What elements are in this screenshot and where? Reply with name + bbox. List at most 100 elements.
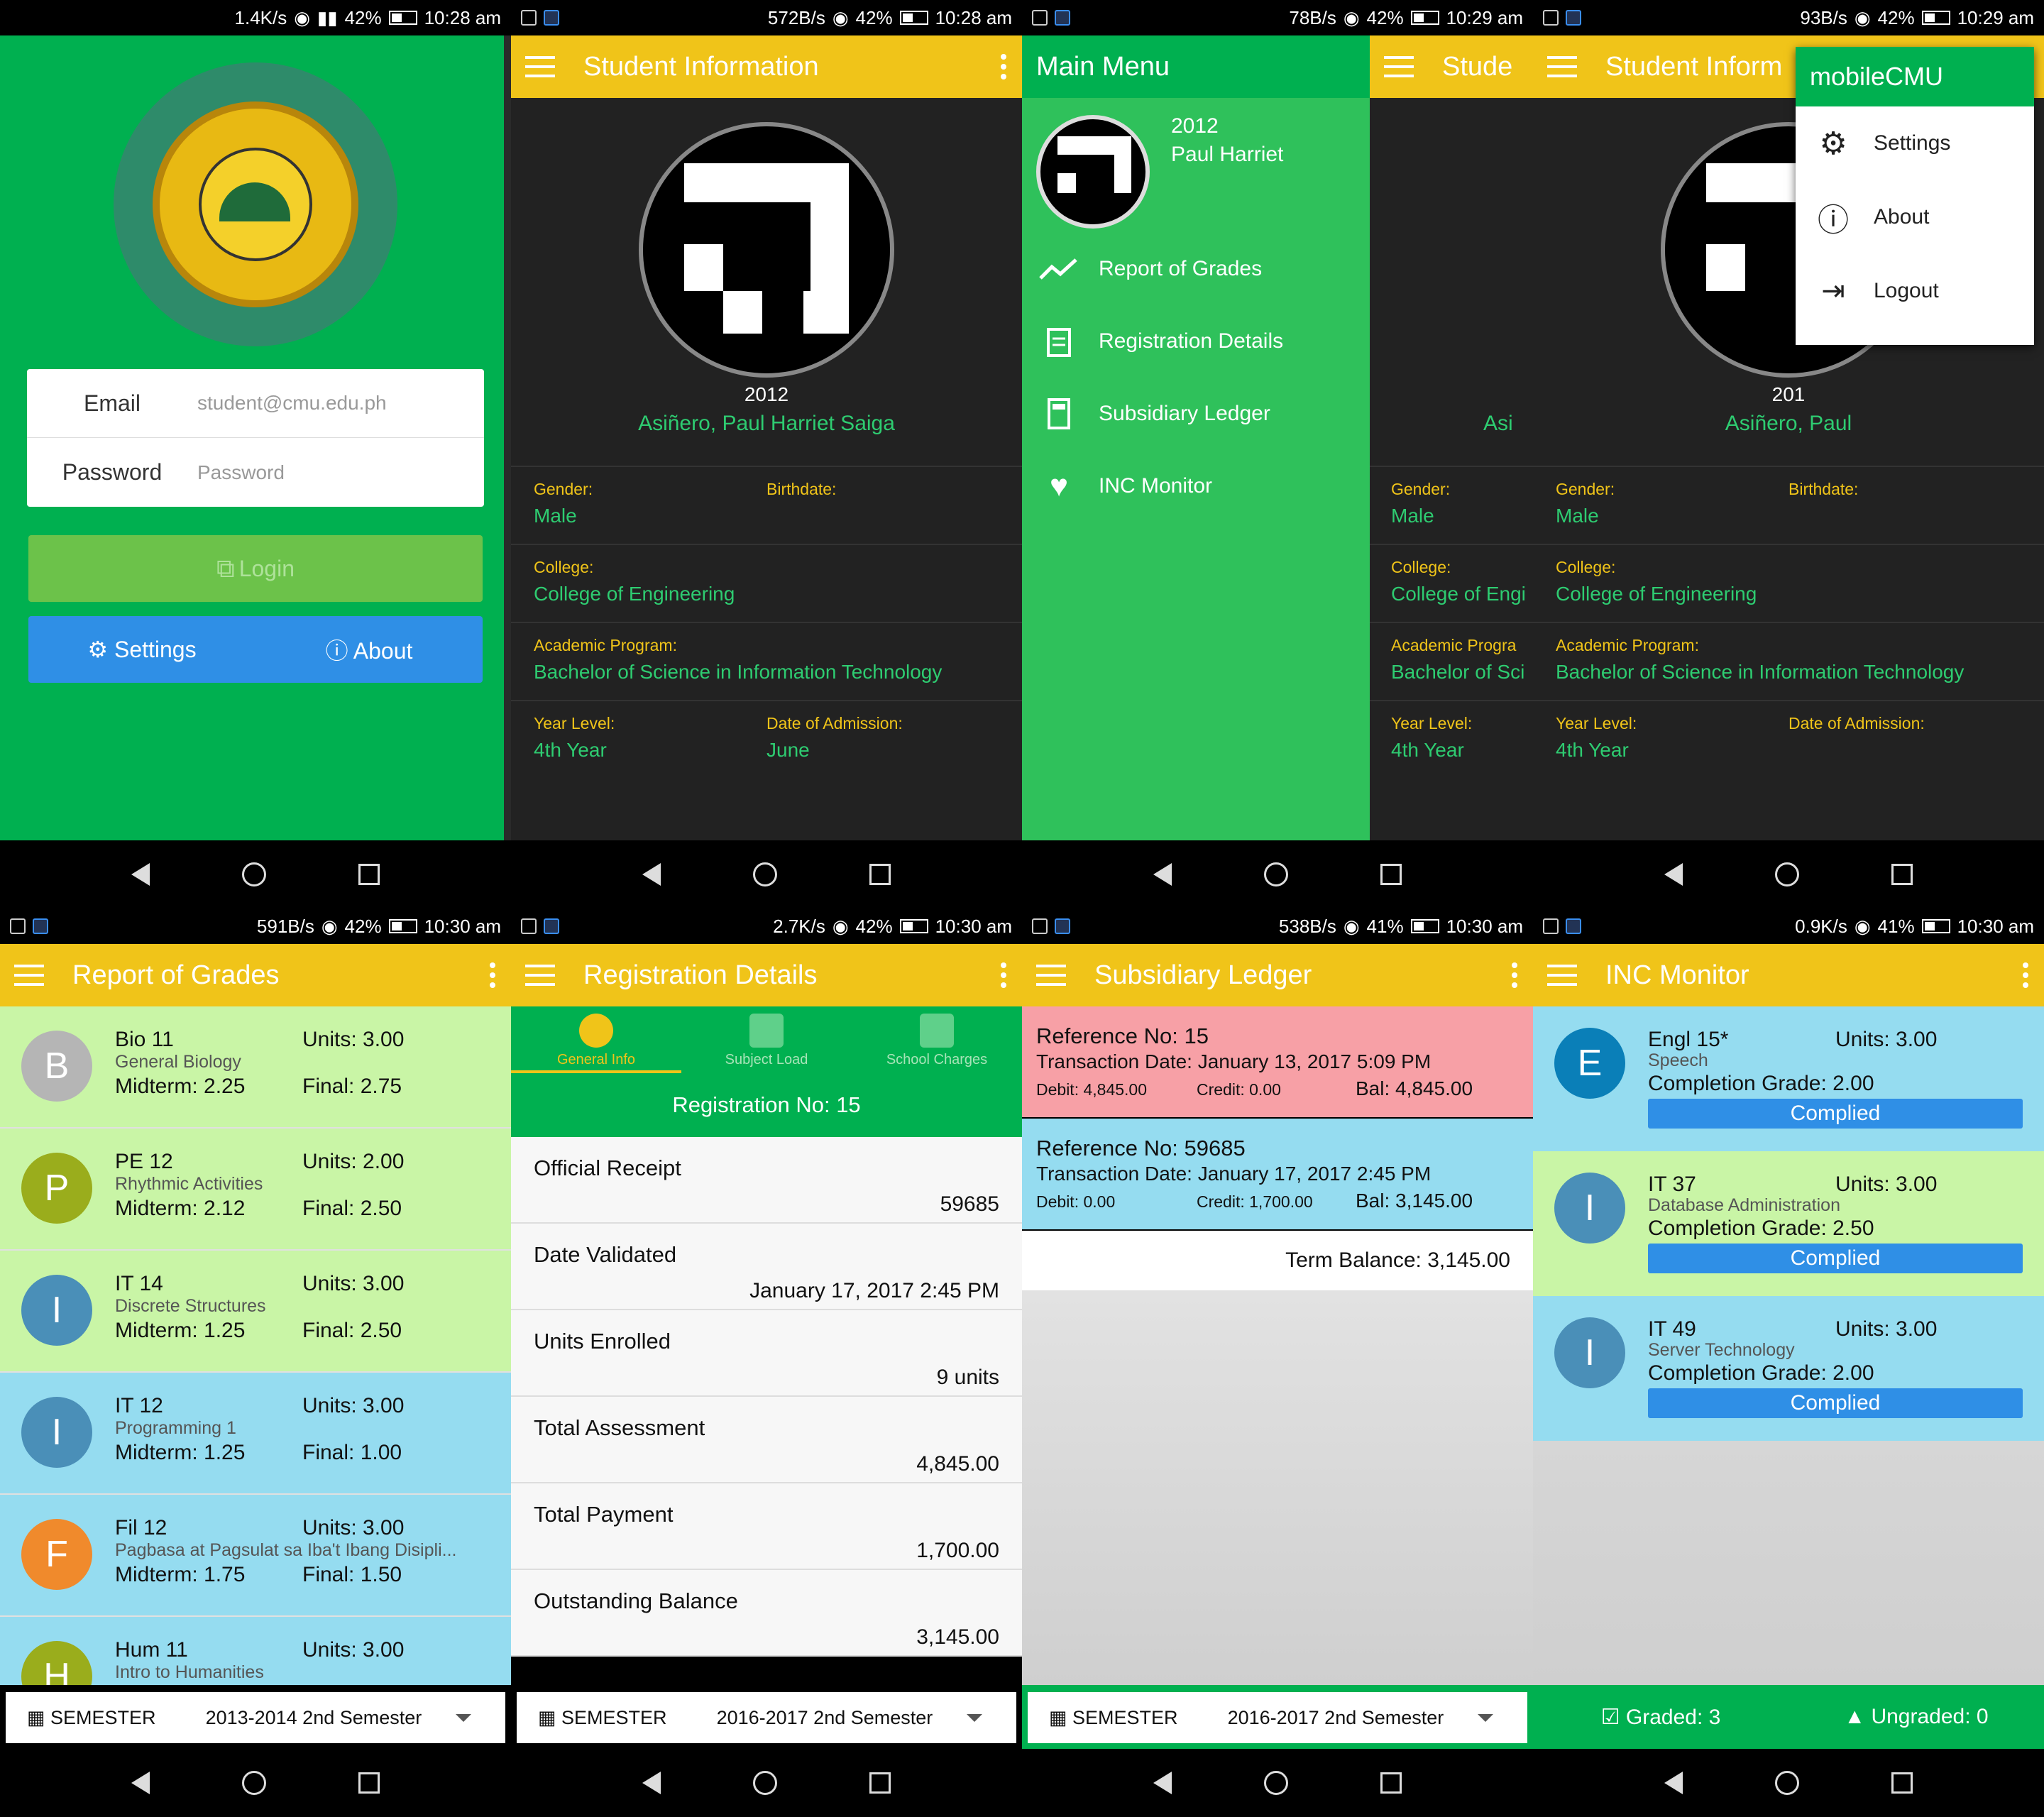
list-item[interactable]: I IT 49 Units: 3.00 Server Technology Comple…	[1533, 1296, 2044, 1441]
status-badge: Complied	[1648, 1099, 2023, 1129]
menu-item-settings[interactable]: ⚙ Settings	[1796, 106, 2034, 180]
document-icon	[920, 1014, 954, 1048]
home-icon[interactable]	[753, 862, 777, 886]
wifi-icon: ◉	[1343, 6, 1360, 28]
hamburger-icon[interactable]	[14, 965, 44, 986]
menu-item-registration-details[interactable]: Registration Details	[1022, 305, 1370, 378]
home-icon[interactable]	[1775, 1771, 1799, 1795]
list-item[interactable]: F Fil 12 Pagbasa at Pagsulat sa Iba't Iban…	[0, 1495, 511, 1617]
back-icon[interactable]	[1153, 863, 1172, 886]
status-badge: Complied	[1648, 1388, 2023, 1418]
avatar: I	[21, 1397, 92, 1468]
list-item[interactable]: I IT 14 Discrete Structures Midterm: 1.25 Un…	[0, 1251, 511, 1373]
menu-item-report-of-grades[interactable]: Report of Grades	[1022, 233, 1370, 305]
broken-heart-icon: ♥	[1049, 468, 1069, 503]
info-row: Total Payment 1,700.00	[511, 1483, 1022, 1570]
status-badge: Complied	[1648, 1244, 2023, 1273]
back-icon[interactable]	[131, 1772, 150, 1794]
avatar: E	[1554, 1028, 1625, 1099]
calendar-icon: ▦	[1049, 1706, 1067, 1728]
email-field[interactable]: student@cmu.edu.ph	[197, 392, 387, 415]
back-icon[interactable]	[1664, 1772, 1683, 1794]
recents-icon[interactable]	[358, 864, 380, 885]
ledger-entry: Reference No: 59685 Transaction Date: Jan…	[1022, 1119, 1533, 1229]
hamburger-icon[interactable]	[525, 965, 555, 986]
tab-subject-load[interactable]: Subject Load	[681, 1006, 852, 1073]
list-item[interactable]: H Hum 11 Intro to Humanities Units: 3.00	[0, 1617, 511, 1685]
recents-icon[interactable]	[1891, 1772, 1913, 1794]
hamburger-icon[interactable]	[1036, 965, 1066, 986]
menu-item-subsidiary-ledger[interactable]: Subsidiary Ledger	[1022, 378, 1370, 450]
app-bar: Student Information	[511, 35, 1022, 98]
overflow-menu-icon[interactable]	[1001, 54, 1006, 79]
info-icon: ⓘ	[1818, 203, 1849, 238]
info-row: Units Enrolled 9 units	[511, 1310, 1022, 1397]
back-icon[interactable]	[1664, 863, 1683, 886]
wifi-icon: ◉	[1343, 915, 1360, 937]
system-navbar	[0, 840, 511, 908]
about-button[interactable]: ⓘ About	[256, 633, 483, 666]
list-item[interactable]: I IT 37 Units: 3.00 Database Administration…	[1533, 1151, 2044, 1296]
avatar: H	[21, 1641, 92, 1685]
university-logo	[114, 62, 397, 346]
page-title: Subsidiary Ledger	[1094, 960, 1312, 990]
login-button[interactable]: ⧉ Login	[28, 535, 483, 602]
list-item[interactable]: E Engl 15* Units: 3.00 Speech Completion Gra…	[1533, 1006, 2044, 1151]
recents-icon[interactable]	[869, 1772, 891, 1794]
overflow-menu-icon[interactable]	[1001, 962, 1006, 988]
home-icon[interactable]	[753, 1771, 777, 1795]
hamburger-icon[interactable]	[525, 56, 555, 77]
home-icon[interactable]	[242, 1771, 266, 1795]
calendar-icon: ▦	[538, 1706, 556, 1728]
recents-icon[interactable]	[358, 1772, 380, 1794]
menu-item-about[interactable]: ⓘ About	[1796, 180, 2034, 254]
tab-general-info[interactable]: General Info	[511, 1006, 681, 1073]
recents-icon[interactable]	[1380, 864, 1402, 885]
battery-icon	[388, 11, 417, 25]
home-icon[interactable]	[242, 862, 266, 886]
page-title: INC Monitor	[1605, 960, 1749, 990]
calendar-icon	[749, 1014, 784, 1048]
wifi-icon: ◉	[1854, 6, 1871, 28]
wifi-icon: ◉	[321, 915, 338, 937]
tab-school-charges[interactable]: School Charges	[852, 1006, 1022, 1073]
back-icon[interactable]	[642, 1772, 661, 1794]
recents-icon[interactable]	[1891, 864, 1913, 885]
avatar: P	[21, 1153, 92, 1224]
avatar: I	[1554, 1317, 1625, 1388]
back-icon[interactable]	[1153, 1772, 1172, 1794]
password-field[interactable]: Password	[197, 461, 285, 484]
menu-item-logout[interactable]: ⇥ Logout	[1796, 254, 2034, 328]
recents-icon[interactable]	[869, 864, 891, 885]
overflow-menu-icon[interactable]	[1512, 962, 1517, 988]
back-icon[interactable]	[642, 863, 661, 886]
overflow-menu-icon[interactable]	[490, 962, 495, 988]
hamburger-icon[interactable]	[1384, 56, 1414, 77]
info-row: Outstanding Balance 3,145.00	[511, 1570, 1022, 1657]
overflow-menu-icon[interactable]	[2023, 962, 2028, 988]
avatar	[639, 122, 894, 378]
home-icon[interactable]	[1775, 862, 1799, 886]
back-icon[interactable]	[131, 863, 150, 886]
home-icon[interactable]	[1264, 862, 1288, 886]
drawer-title: Main Menu	[1022, 35, 1370, 98]
login-screen: 1.4K/s ◉ ▮▮ 42% 10:28 am Email student@cmu.ed…	[0, 0, 511, 908]
semester-select[interactable]: ▦ SEMESTER 2013-2014 2nd Semester	[6, 1692, 505, 1743]
grades-list[interactable]: B Bio 11 General Biology Midterm: 2.25 Units…	[0, 1006, 511, 1685]
hamburger-icon[interactable]	[1547, 56, 1577, 77]
calendar-icon: ▦	[27, 1706, 45, 1728]
term-balance: Term Balance: 3,145.00	[1022, 1231, 1533, 1290]
semester-select[interactable]: ▦ SEMESTER 2016-2017 2nd Semester	[1028, 1692, 1527, 1743]
menu-item-inc-monitor[interactable]: ♥ INC Monitor	[1022, 450, 1370, 522]
list-item[interactable]: I IT 12 Programming 1 Midterm: 1.25 Units: 3…	[0, 1373, 511, 1495]
chevron-down-icon	[455, 1713, 471, 1722]
list-item[interactable]: B Bio 11 General Biology Midterm: 2.25 Units…	[0, 1006, 511, 1129]
list-item[interactable]: P PE 12 Rhythmic Activities Midterm: 2.12 Un…	[0, 1129, 511, 1251]
home-icon[interactable]	[1264, 1771, 1288, 1795]
semester-select[interactable]: ▦ SEMESTER 2016-2017 2nd Semester	[517, 1692, 1016, 1743]
settings-button[interactable]: ⚙ Settings	[28, 636, 256, 663]
overflow-menu: mobileCMU ⚙ Settings ⓘ About ⇥ Logout	[1796, 47, 2034, 345]
recents-icon[interactable]	[1380, 1772, 1402, 1794]
hamburger-icon[interactable]	[1547, 965, 1577, 986]
info-icon: ⓘ	[325, 638, 348, 664]
